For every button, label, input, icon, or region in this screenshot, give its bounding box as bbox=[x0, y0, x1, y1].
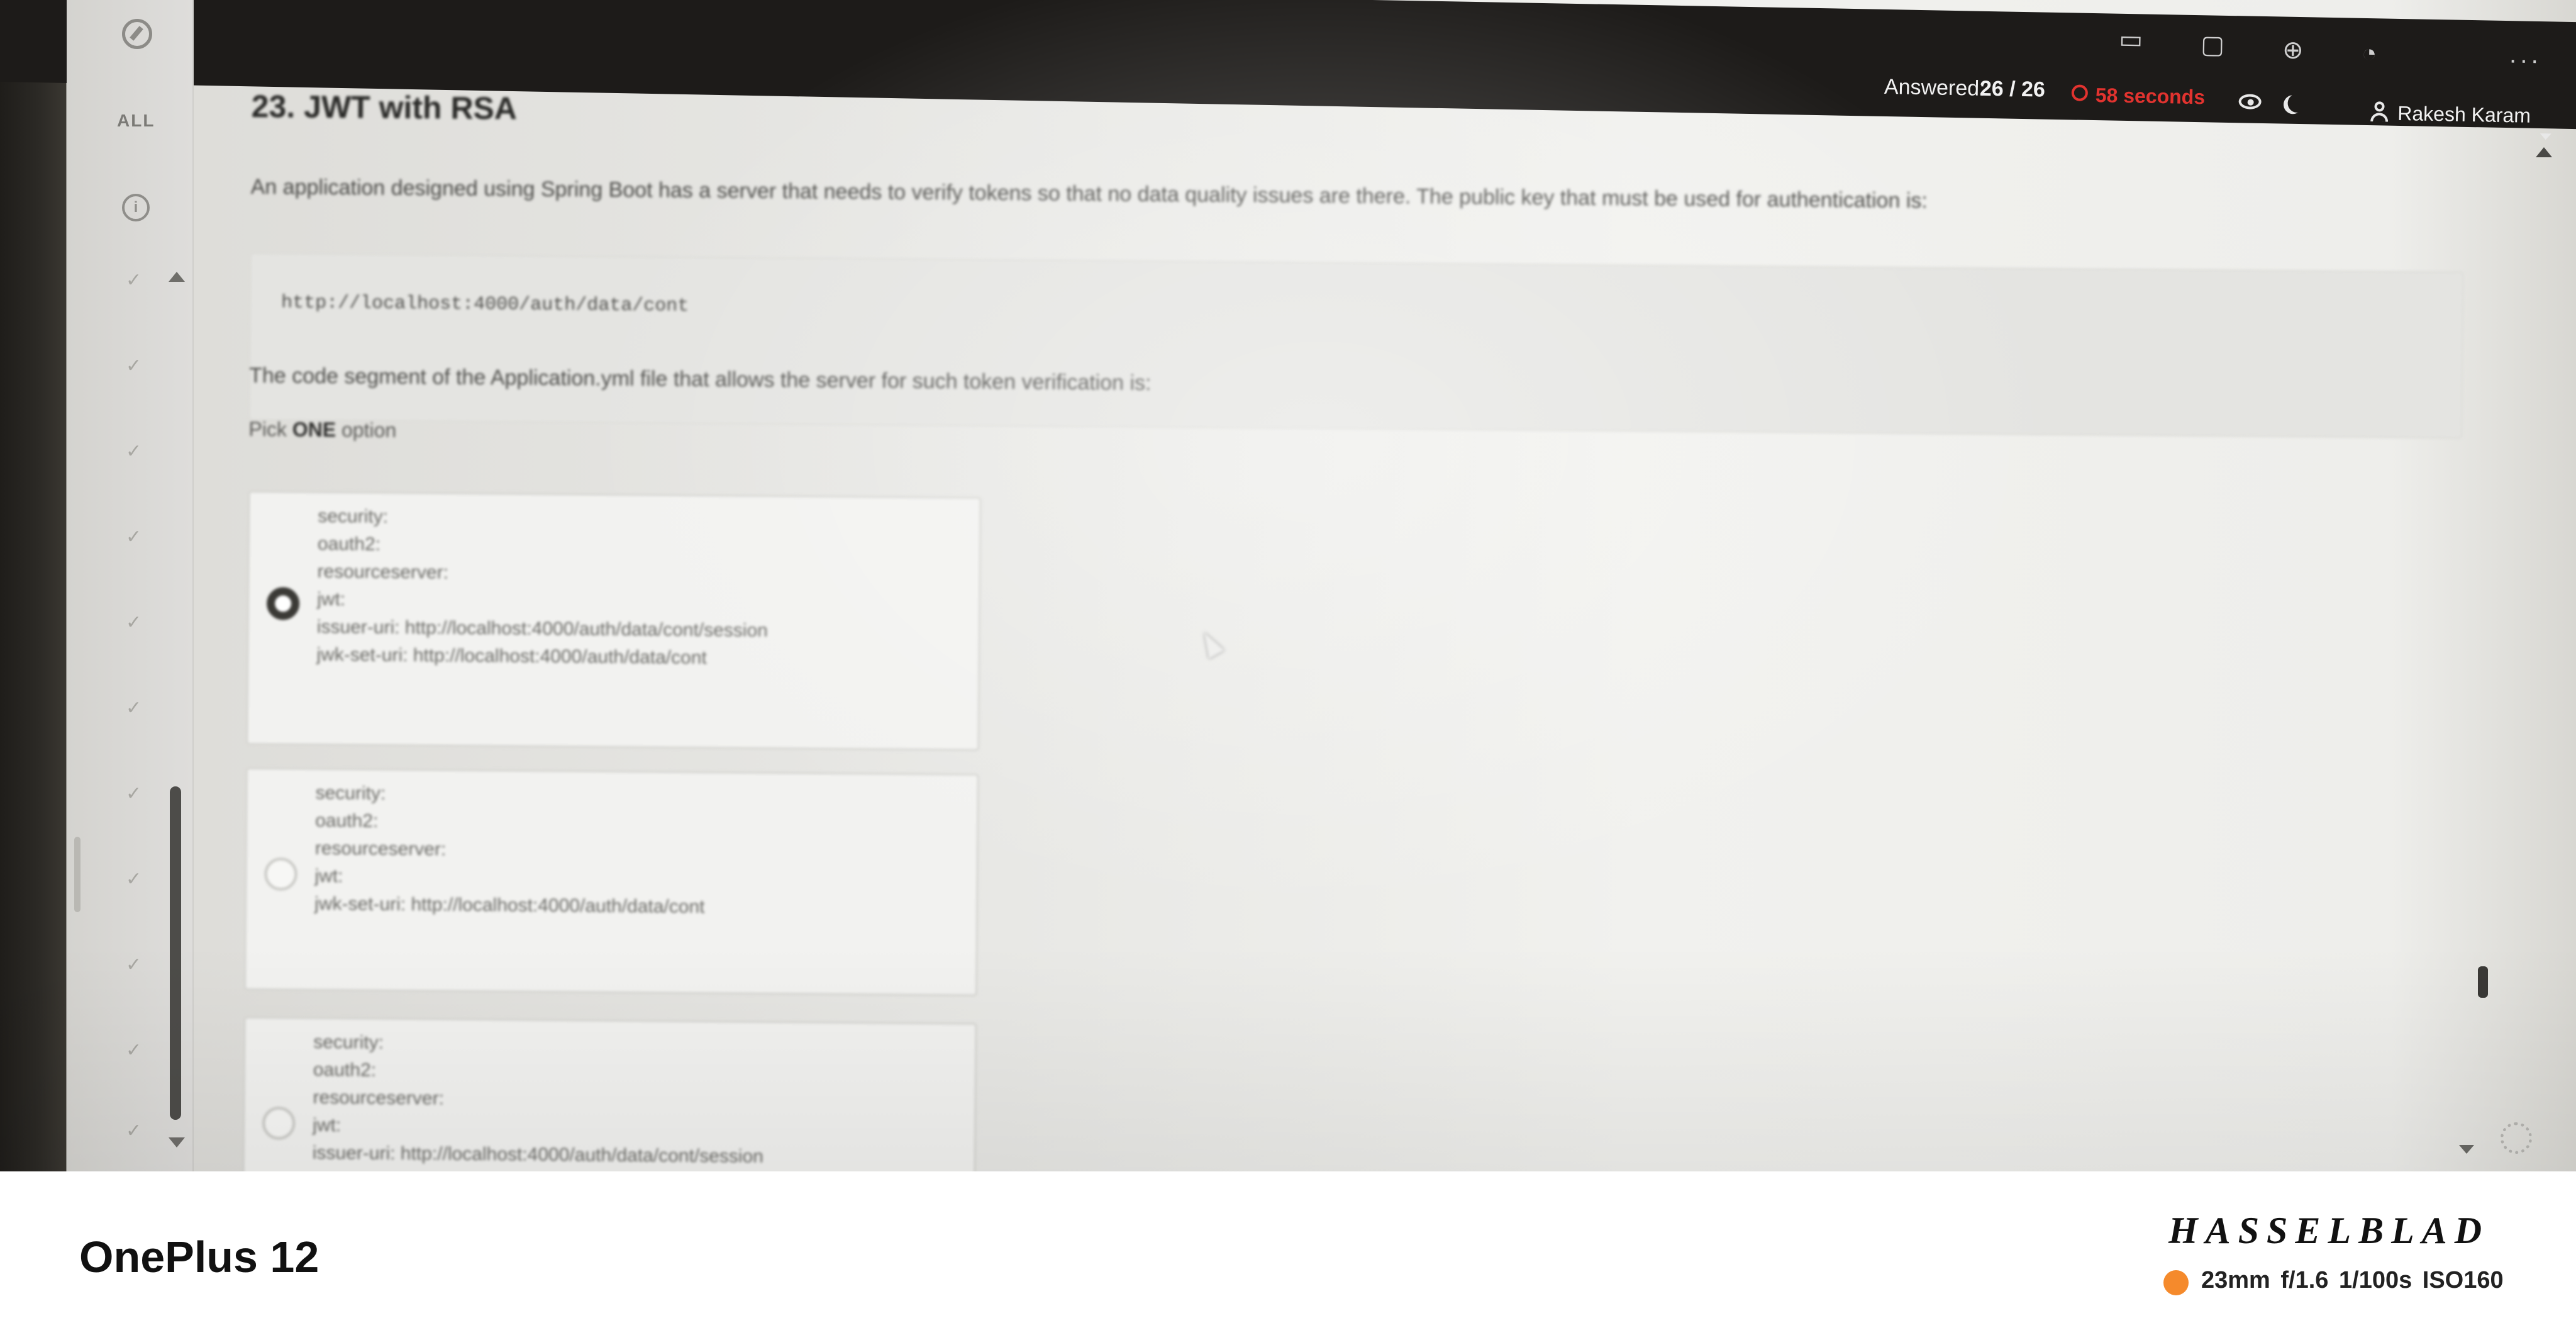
question-title: 23. JWT with RSA bbox=[251, 88, 518, 126]
check-icon[interactable]: ✓ bbox=[126, 1039, 142, 1061]
scroll-down-icon[interactable] bbox=[169, 1137, 185, 1147]
question-panel: 23. JWT with RSA An application designed… bbox=[242, 88, 2478, 1171]
check-icon[interactable]: ✓ bbox=[126, 440, 142, 462]
rail-edge bbox=[74, 837, 80, 912]
option-line: jwt: bbox=[317, 588, 346, 610]
answered-label: Answered: bbox=[1884, 74, 1985, 101]
camera-watermark: OnePlus 12 HASSELBLAD 23mm f/1.6 1/100s … bbox=[0, 1171, 2576, 1340]
info-icon[interactable]: i bbox=[122, 194, 150, 221]
code-line: http://localhost:4000/auth/data/cont bbox=[280, 292, 689, 317]
check-icon[interactable]: ✓ bbox=[126, 954, 142, 976]
option-line: oauth2: bbox=[315, 810, 379, 832]
gear-icon[interactable] bbox=[2501, 1122, 2532, 1154]
option-line: issuer-uri: http://localhost:4000/auth/d… bbox=[312, 1142, 764, 1167]
phone-model: OnePlus 12 bbox=[79, 1232, 319, 1281]
option-line: jwt: bbox=[314, 865, 343, 887]
pick-count: ONE bbox=[292, 418, 336, 442]
option-line: security: bbox=[315, 782, 386, 804]
check-icon[interactable]: ✓ bbox=[126, 1120, 142, 1142]
pick-suffix: option bbox=[341, 418, 397, 442]
check-icon[interactable]: ✓ bbox=[126, 269, 142, 291]
answered-count: 26 / 26 bbox=[1979, 76, 2046, 102]
scroll-down-icon[interactable] bbox=[2459, 1145, 2474, 1154]
check-icon[interactable]: ✓ bbox=[126, 783, 142, 805]
check-icon[interactable]: ✓ bbox=[126, 868, 142, 890]
option-line: jwk-set-uri: http://localhost:4000/auth/… bbox=[316, 644, 707, 669]
option-line: resourceserver: bbox=[317, 561, 449, 583]
check-icon[interactable]: ✓ bbox=[126, 611, 142, 634]
sidebar-scroll-thumb[interactable] bbox=[170, 786, 181, 1120]
answer-option[interactable]: security: oauth2: resourceserver: jwt: i… bbox=[242, 1016, 977, 1171]
option-line: jwt: bbox=[313, 1114, 341, 1136]
chat-icon[interactable]: ▢ bbox=[2201, 30, 2225, 60]
mouse-cursor-icon bbox=[1196, 628, 1224, 659]
content-scroll-thumb[interactable] bbox=[2478, 966, 2488, 998]
option-line: resourceserver: bbox=[314, 837, 447, 860]
option-line: security: bbox=[313, 1031, 384, 1053]
pick-instruction: Pick ONE option bbox=[248, 418, 396, 442]
add-icon[interactable]: ⊕ bbox=[2282, 36, 2304, 65]
check-icon[interactable]: ✓ bbox=[126, 526, 142, 548]
more-options-icon[interactable]: ··· bbox=[2509, 46, 2542, 75]
scroll-up-icon[interactable] bbox=[169, 272, 185, 282]
lens-dot-icon bbox=[2163, 1270, 2189, 1295]
brand-logo: HASSELBLAD bbox=[2168, 1210, 2490, 1251]
option-line: oauth2: bbox=[313, 1059, 377, 1081]
photographed-screen: ▭ ▢ ⊕ ◔ ··· Answered: 26 / 26 58 seconds… bbox=[0, 0, 2576, 1171]
option-line: oauth2: bbox=[317, 533, 381, 555]
filter-all-tab[interactable]: ALL bbox=[117, 111, 155, 131]
radio-button[interactable] bbox=[264, 857, 297, 891]
scroll-up-icon[interactable] bbox=[2536, 147, 2552, 157]
code-block: http://localhost:4000/auth/data/cont bbox=[248, 252, 2464, 439]
radio-button[interactable] bbox=[262, 1107, 296, 1140]
answer-option[interactable]: security: oauth2: resourceserver: jwt: j… bbox=[243, 767, 979, 997]
answer-option[interactable]: security: oauth2: resourceserver: jwt: i… bbox=[246, 490, 982, 751]
radio-button-selected[interactable] bbox=[266, 587, 300, 620]
exif-info: 23mm f/1.6 1/100s ISO160 bbox=[2201, 1267, 2504, 1293]
chevron-down-icon[interactable] bbox=[2540, 133, 2551, 140]
option-line: resourceserver: bbox=[313, 1086, 445, 1109]
question-text: An application designed using Spring Boo… bbox=[250, 174, 1928, 213]
option-line: security: bbox=[318, 505, 389, 527]
compass-icon[interactable] bbox=[122, 19, 152, 49]
timer-icon bbox=[2071, 84, 2089, 101]
screen-share-icon[interactable]: ▭ bbox=[2119, 25, 2143, 55]
notification-icon[interactable]: ◔ bbox=[2362, 40, 2377, 68]
check-icon[interactable]: ✓ bbox=[126, 697, 142, 719]
check-icon[interactable]: ✓ bbox=[126, 355, 142, 377]
option-line: jwk-set-uri: http://localhost:4000/auth/… bbox=[314, 893, 705, 918]
option-line: issuer-uri: http://localhost:4000/auth/d… bbox=[316, 616, 769, 641]
pick-prefix: Pick bbox=[248, 417, 287, 441]
